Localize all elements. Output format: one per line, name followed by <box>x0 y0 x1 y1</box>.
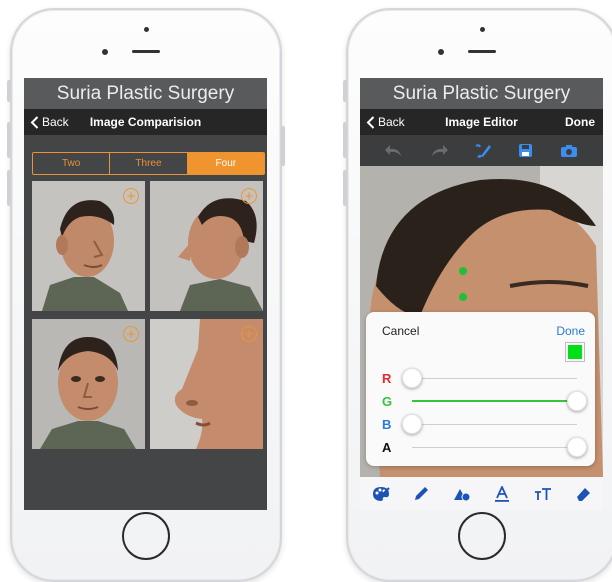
slider-red-track[interactable] <box>412 378 577 379</box>
earpiece-speaker <box>468 50 496 53</box>
color-picker-panel: Cancel Done R G B A <box>366 312 595 466</box>
slider-green-thumb[interactable] <box>567 391 587 411</box>
redo-icon[interactable] <box>430 144 448 158</box>
undo-icon[interactable] <box>385 144 403 158</box>
phone-left: Suria Plastic Surgery Back Image Compari… <box>7 8 285 582</box>
home-button[interactable] <box>458 512 506 560</box>
slider-green-label: G <box>382 394 393 409</box>
save-icon[interactable] <box>518 143 533 158</box>
page-title: Image Comparision <box>89 115 202 129</box>
slider-alpha: A <box>382 437 587 459</box>
app-title: Suria Plastic Surgery <box>360 78 603 109</box>
editor-toolbar <box>360 135 603 166</box>
shapes-icon[interactable] <box>453 486 471 502</box>
cancel-button[interactable]: Cancel <box>382 324 419 338</box>
drawn-mark <box>459 267 467 275</box>
slider-red: R <box>382 368 587 390</box>
earpiece-speaker <box>132 50 160 53</box>
power-button <box>281 126 285 166</box>
add-circle-icon[interactable]: + <box>241 326 257 342</box>
brush-icon[interactable] <box>474 143 492 159</box>
nav-bar: Back Image Comparision <box>24 109 267 135</box>
comparison-screen: Suria Plastic Surgery Back Image Compari… <box>24 78 267 510</box>
segment-two[interactable]: Two <box>33 153 111 174</box>
photo-tile-4[interactable]: + <box>150 319 263 449</box>
pencil-icon[interactable] <box>413 486 429 502</box>
mute-switch <box>343 80 347 102</box>
color-swatch-fill <box>568 345 582 359</box>
segment-three[interactable]: Three <box>110 153 188 174</box>
image-canvas[interactable]: Cancel Done R G B A <box>360 166 603 477</box>
palette-icon[interactable] <box>372 486 390 502</box>
phone-right: Suria Plastic Surgery Back Image Editor … <box>343 8 612 582</box>
nav-bar: Back Image Editor Done <box>360 109 603 135</box>
color-swatch <box>565 342 585 362</box>
slider-blue-thumb[interactable] <box>402 414 422 434</box>
slider-blue: B <box>382 414 587 436</box>
mute-switch <box>7 80 11 102</box>
slider-blue-label: B <box>382 417 392 432</box>
sensor <box>144 27 149 32</box>
photo-tile-1[interactable]: + <box>32 181 145 311</box>
add-circle-icon[interactable]: + <box>241 188 257 204</box>
done-button[interactable]: Done <box>565 109 595 135</box>
slider-alpha-label: A <box>382 440 392 455</box>
eraser-icon[interactable] <box>575 486 591 502</box>
add-circle-icon[interactable]: + <box>123 326 139 342</box>
volume-down-button <box>7 170 11 206</box>
slider-green: G <box>382 391 587 413</box>
sensor <box>480 27 485 32</box>
photo-tile-2[interactable]: + <box>150 181 263 311</box>
volume-down-button <box>343 170 347 206</box>
text-size-icon[interactable] <box>534 486 552 502</box>
layout-segmented-control: Two Three Four <box>32 152 265 175</box>
slider-alpha-thumb[interactable] <box>567 437 587 457</box>
home-button[interactable] <box>122 512 170 560</box>
front-camera <box>438 49 444 55</box>
app-title: Suria Plastic Surgery <box>24 78 267 109</box>
camera-icon[interactable] <box>560 144 578 158</box>
slider-blue-track[interactable] <box>412 424 577 425</box>
slider-red-label: R <box>382 371 392 386</box>
segment-four[interactable]: Four <box>187 153 264 174</box>
volume-up-button <box>343 122 347 158</box>
front-camera <box>102 49 108 55</box>
slider-green-fill <box>412 400 577 402</box>
drawn-mark <box>459 293 467 301</box>
slider-red-thumb[interactable] <box>402 368 422 388</box>
slider-alpha-fill <box>412 446 577 448</box>
drawing-tools-bar <box>360 477 603 510</box>
editor-screen: Suria Plastic Surgery Back Image Editor … <box>360 78 603 510</box>
done-button[interactable]: Done <box>556 324 585 338</box>
text-underline-icon[interactable] <box>494 485 510 502</box>
photo-tile-3[interactable]: + <box>32 319 145 449</box>
add-circle-icon[interactable]: + <box>123 188 139 204</box>
volume-up-button <box>7 122 11 158</box>
